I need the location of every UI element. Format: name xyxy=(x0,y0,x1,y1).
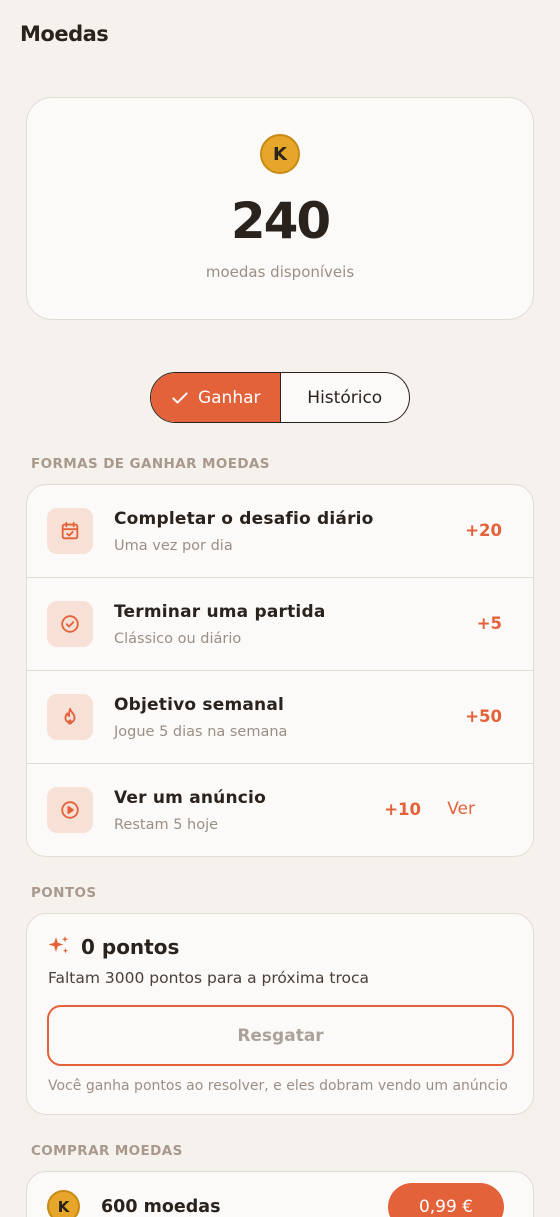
redeem-button[interactable]: Resgatar xyxy=(47,1005,514,1066)
watch-ad-button[interactable]: Ver xyxy=(447,799,475,819)
tab-earn-label: Ganhar xyxy=(197,387,261,408)
page-title: Moedas xyxy=(20,22,109,46)
earn-item-subtitle: Clássico ou diário xyxy=(114,631,242,647)
earn-list: Completar o desafio diário Uma vez por d… xyxy=(26,484,534,857)
tab-history[interactable]: Histórico xyxy=(281,373,410,422)
check-icon xyxy=(172,391,188,404)
earn-item-reward: +5 xyxy=(476,614,502,633)
balance-amount: 240 xyxy=(230,192,331,250)
tab-earn[interactable]: Ganhar xyxy=(151,373,281,422)
balance-card: K 240 moedas disponíveis xyxy=(26,97,534,320)
earn-item-weekly-goal[interactable]: Objetivo semanal Jogue 5 dias na semana … xyxy=(27,671,533,764)
points-note: Você ganha pontos ao resolver, e eles do… xyxy=(48,1078,508,1094)
earn-item-title: Objetivo semanal xyxy=(114,695,285,715)
tab-switcher: Ganhar Histórico xyxy=(150,372,410,423)
earn-item-subtitle: Uma vez por dia xyxy=(114,538,233,554)
earn-item-reward: +50 xyxy=(465,707,502,726)
coin-icon: K xyxy=(47,1190,80,1217)
calendar-check-icon xyxy=(47,508,93,554)
earn-item-watch-ad[interactable]: Ver um anúncio Restam 5 hoje +10 Ver xyxy=(27,764,533,856)
buy-item-label: 600 moedas xyxy=(101,1197,221,1217)
tab-history-label: Histórico xyxy=(307,387,383,408)
points-title: 0 pontos xyxy=(81,935,180,959)
earn-item-title: Completar o desafio diário xyxy=(114,509,374,529)
play-circle-icon xyxy=(47,787,93,833)
buy-item-600-coins: K 600 moedas 0,99 € xyxy=(26,1171,534,1217)
points-section-label: PONTOS xyxy=(31,885,97,901)
earn-item-subtitle: Jogue 5 dias na semana xyxy=(114,724,288,740)
earn-item-reward: +20 xyxy=(465,521,502,540)
points-description: Faltam 3000 pontos para a próxima troca xyxy=(48,969,370,987)
points-card: 0 pontos Faltam 3000 pontos para a próxi… xyxy=(26,913,534,1115)
coin-icon: K xyxy=(260,134,300,174)
earn-item-title: Ver um anúncio xyxy=(114,788,266,808)
earn-item-finish-game[interactable]: Terminar uma partida Clássico ou diário … xyxy=(27,578,533,671)
sparkle-icon xyxy=(48,936,69,954)
buy-price-button[interactable]: 0,99 € xyxy=(388,1183,504,1217)
earn-item-reward: +10 xyxy=(384,800,421,819)
earn-item-daily-challenge[interactable]: Completar o desafio diário Uma vez por d… xyxy=(27,485,533,578)
earn-item-subtitle: Restam 5 hoje xyxy=(114,817,219,833)
flame-icon xyxy=(47,694,93,740)
earn-section-label: FORMAS DE GANHAR MOEDAS xyxy=(31,456,270,472)
balance-label: moedas disponíveis xyxy=(205,263,355,281)
earn-item-title: Terminar uma partida xyxy=(114,602,326,622)
check-circle-icon xyxy=(47,601,93,647)
buy-section-label: COMPRAR MOEDAS xyxy=(31,1143,183,1159)
